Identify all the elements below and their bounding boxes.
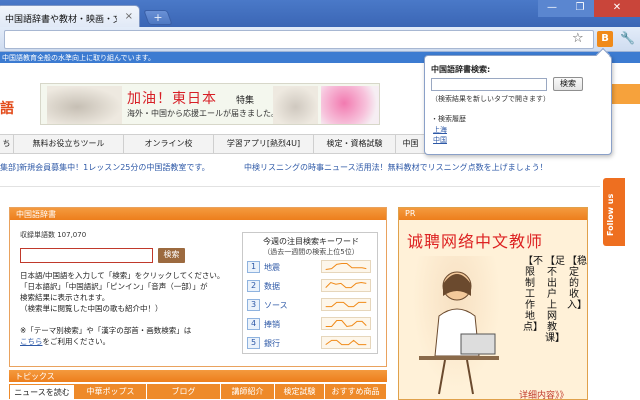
ticker-link-2[interactable]: 中検リスニングの時事ニュース活用法！無料教材でリスニング点数を上げましょう！ [244,162,548,173]
dictionary-help-line: 日本語/中国語を入力して「検索」をクリックしてください。 [20,271,225,280]
topics-header: トピックス [9,370,387,382]
pr-vertical-text: 【稳定的收入】 [567,256,587,311]
keyword-row[interactable]: 3 ソース [247,297,373,313]
keyword-row[interactable]: 4 捧销 [247,316,373,332]
keyword-row[interactable]: 2 数据 [247,278,373,294]
keyword-ranking: 今週の注目検索キーワード （過去一週間の検索上位5位） 1 地震 2 数据 3 … [242,232,378,354]
topic-tab-news[interactable]: ニュースを読む [9,384,75,399]
trend-sparkline [321,298,371,311]
tab-strip: 中国語辞書や教材・映画・文 × + — ❐ ✕ [0,0,640,29]
maximize-button[interactable]: ❐ [566,0,594,17]
here-link[interactable]: こちら [20,337,43,346]
dictionary-more-link: こちらをご利用ください。 [20,336,110,347]
new-tab-button[interactable]: + [143,10,173,25]
rank-badge: 3 [247,299,260,311]
rank-badge: 5 [247,337,260,349]
topic-tab-products[interactable]: おすすめ商品 [325,384,387,399]
extension-icon[interactable]: B [597,31,613,47]
follow-us-label: Follow us [606,193,615,236]
tab-active[interactable]: 中国語辞書や教材・映画・文 × [0,5,140,29]
search-history-title: ・検索履歴 [431,115,466,123]
topic-tab-pops[interactable]: 中華ポップス [75,384,147,399]
pr-illustration [409,256,504,396]
site-tagline: 中国語教育全般の水準向上に取り組んでいます。 [2,54,155,62]
plus-icon: + [153,11,163,24]
link-tail-text: をご利用ください。 [42,337,111,346]
banner-title: 加油！東日本 [127,91,217,107]
banner-badge: 特集 [236,96,255,106]
keyword-row[interactable]: 1 地震 [247,259,373,275]
extension-popup: 中国語辞書検索: 検索 （検索結果を新しいタブで開きます） ・検索履歴 上海 中… [424,47,612,155]
banner-photo-hands [47,86,122,124]
news-ticker: 集部]新規会員募集中！1レッスン25分の中国語教室です。 中検リスニングの時事ニ… [0,162,600,174]
popup-search-button[interactable]: 検索 [553,77,583,91]
follow-us-tab[interactable]: Follow us [603,178,625,246]
minimize-button[interactable]: — [538,0,566,17]
popup-search-input[interactable] [431,78,547,91]
dictionary-help-line: 検索結果に表示されます。 [20,293,110,302]
keyword-link[interactable]: ソース [264,300,288,311]
trend-sparkline [321,336,371,349]
topic-tab-exams[interactable]: 検定試験 [275,384,325,399]
topic-tab-teachers[interactable]: 講師紹介 [221,384,275,399]
ticker-link-1[interactable]: 集部]新規会員募集中！1レッスン25分の中国語教室です。 [0,162,210,173]
keyword-ranking-subtitle: （過去一週間の検索上位5位） [263,248,359,256]
divider [0,186,600,187]
nav-item-exams[interactable]: 検定・資格試験 [314,135,396,153]
tab-title: 中国語辞書や教材・映画・文 [5,15,117,25]
dictionary-header: 中国語辞書 [10,208,386,220]
rank-badge: 4 [247,318,260,330]
banner-photo-hands-2 [273,86,318,124]
tab-close-icon[interactable]: × [125,11,133,22]
keyword-link[interactable]: 地震 [264,262,280,273]
keyword-row[interactable]: 5 銀行 [247,335,373,351]
trend-sparkline [321,279,371,292]
keyword-ranking-title: 今週の注目検索キーワード [263,237,359,246]
trend-sparkline [321,260,371,273]
nav-item-free-tools[interactable]: 無料お役立ちツール [14,135,124,153]
topics-panel: トピックス ニュースを読む 中華ポップス ブログ 講師紹介 検定試験 おすすめ商… [9,370,387,400]
pr-more-link[interactable]: 详细内容》》 [519,388,569,399]
site-logo[interactable]: 語 [0,98,14,118]
banner-photo-flowers [321,86,379,124]
keyword-link[interactable]: 数据 [264,281,280,292]
keyword-link[interactable]: 銀行 [264,338,280,349]
popup-note: （検索結果を新しいタブで開きます） [431,95,550,103]
topic-tab-blog[interactable]: ブログ [147,384,221,399]
nav-item-china[interactable]: 中国 [396,135,426,153]
dictionary-help-line: 「日本語訳」「中国語訳」「ピンイン」「音声（一部）」が [20,282,208,291]
dictionary-title: 中国語辞書 [16,210,56,219]
dictionary-search-input[interactable] [20,248,153,263]
dictionary-search-button[interactable]: 検索 [158,248,185,263]
rank-badge: 1 [247,261,260,273]
popup-title: 中国語辞書検索: [431,65,491,74]
dictionary-help-line: （検索単に閲覧した中国の歌も紹介中！） [20,304,163,313]
dictionary-panel: 中国語辞書 収録単語数 107,070 検索 日本語/中国語を入力して「検索」を… [9,207,387,367]
pr-vertical-text: 【不限制工作地点】 [523,256,543,333]
trend-sparkline [321,317,371,330]
word-count: 収録単語数 107,070 [20,231,87,239]
nav-item-truncated[interactable]: ち [0,135,14,153]
pr-label: PR [405,209,416,218]
campaign-banner[interactable]: 加油！東日本 特集 海外・中国から応援エールが届きました。 [40,83,380,125]
search-history-item[interactable]: 上海 [433,125,447,135]
pr-header: PR [399,208,587,220]
bookmark-star-icon[interactable]: ☆ [572,31,584,46]
rank-badge: 2 [247,280,260,292]
woman-at-laptop-illustration [419,271,499,395]
browser-toolbar [0,27,640,52]
topics-title: トピックス [15,372,55,381]
close-window-button[interactable]: ✕ [594,0,640,17]
nav-item-online-school[interactable]: オンライン校 [124,135,214,153]
wrench-icon[interactable]: 🔧 [620,31,635,45]
pr-vertical-text: 【足不出户上网教课】 [545,256,565,344]
nav-item-apps[interactable]: 学習アプリ[熱烈4U] [214,135,314,153]
dictionary-help-line: ※「テーマ別検索」や「漢字の部首・画数検索」は [20,326,192,335]
pr-headline: 诚聘网络中文教师 [407,232,544,251]
search-history-item[interactable]: 中国 [433,135,447,145]
banner-subtitle: 海外・中国から応援エールが届きました。 [127,109,279,118]
keyword-link[interactable]: 捧销 [264,319,280,330]
address-bar[interactable] [4,30,594,49]
pr-ad[interactable]: PR 诚聘网络中文教师 【稳定的收入】 【足不出户上网教课】 【不限制工作地点】… [398,207,588,400]
